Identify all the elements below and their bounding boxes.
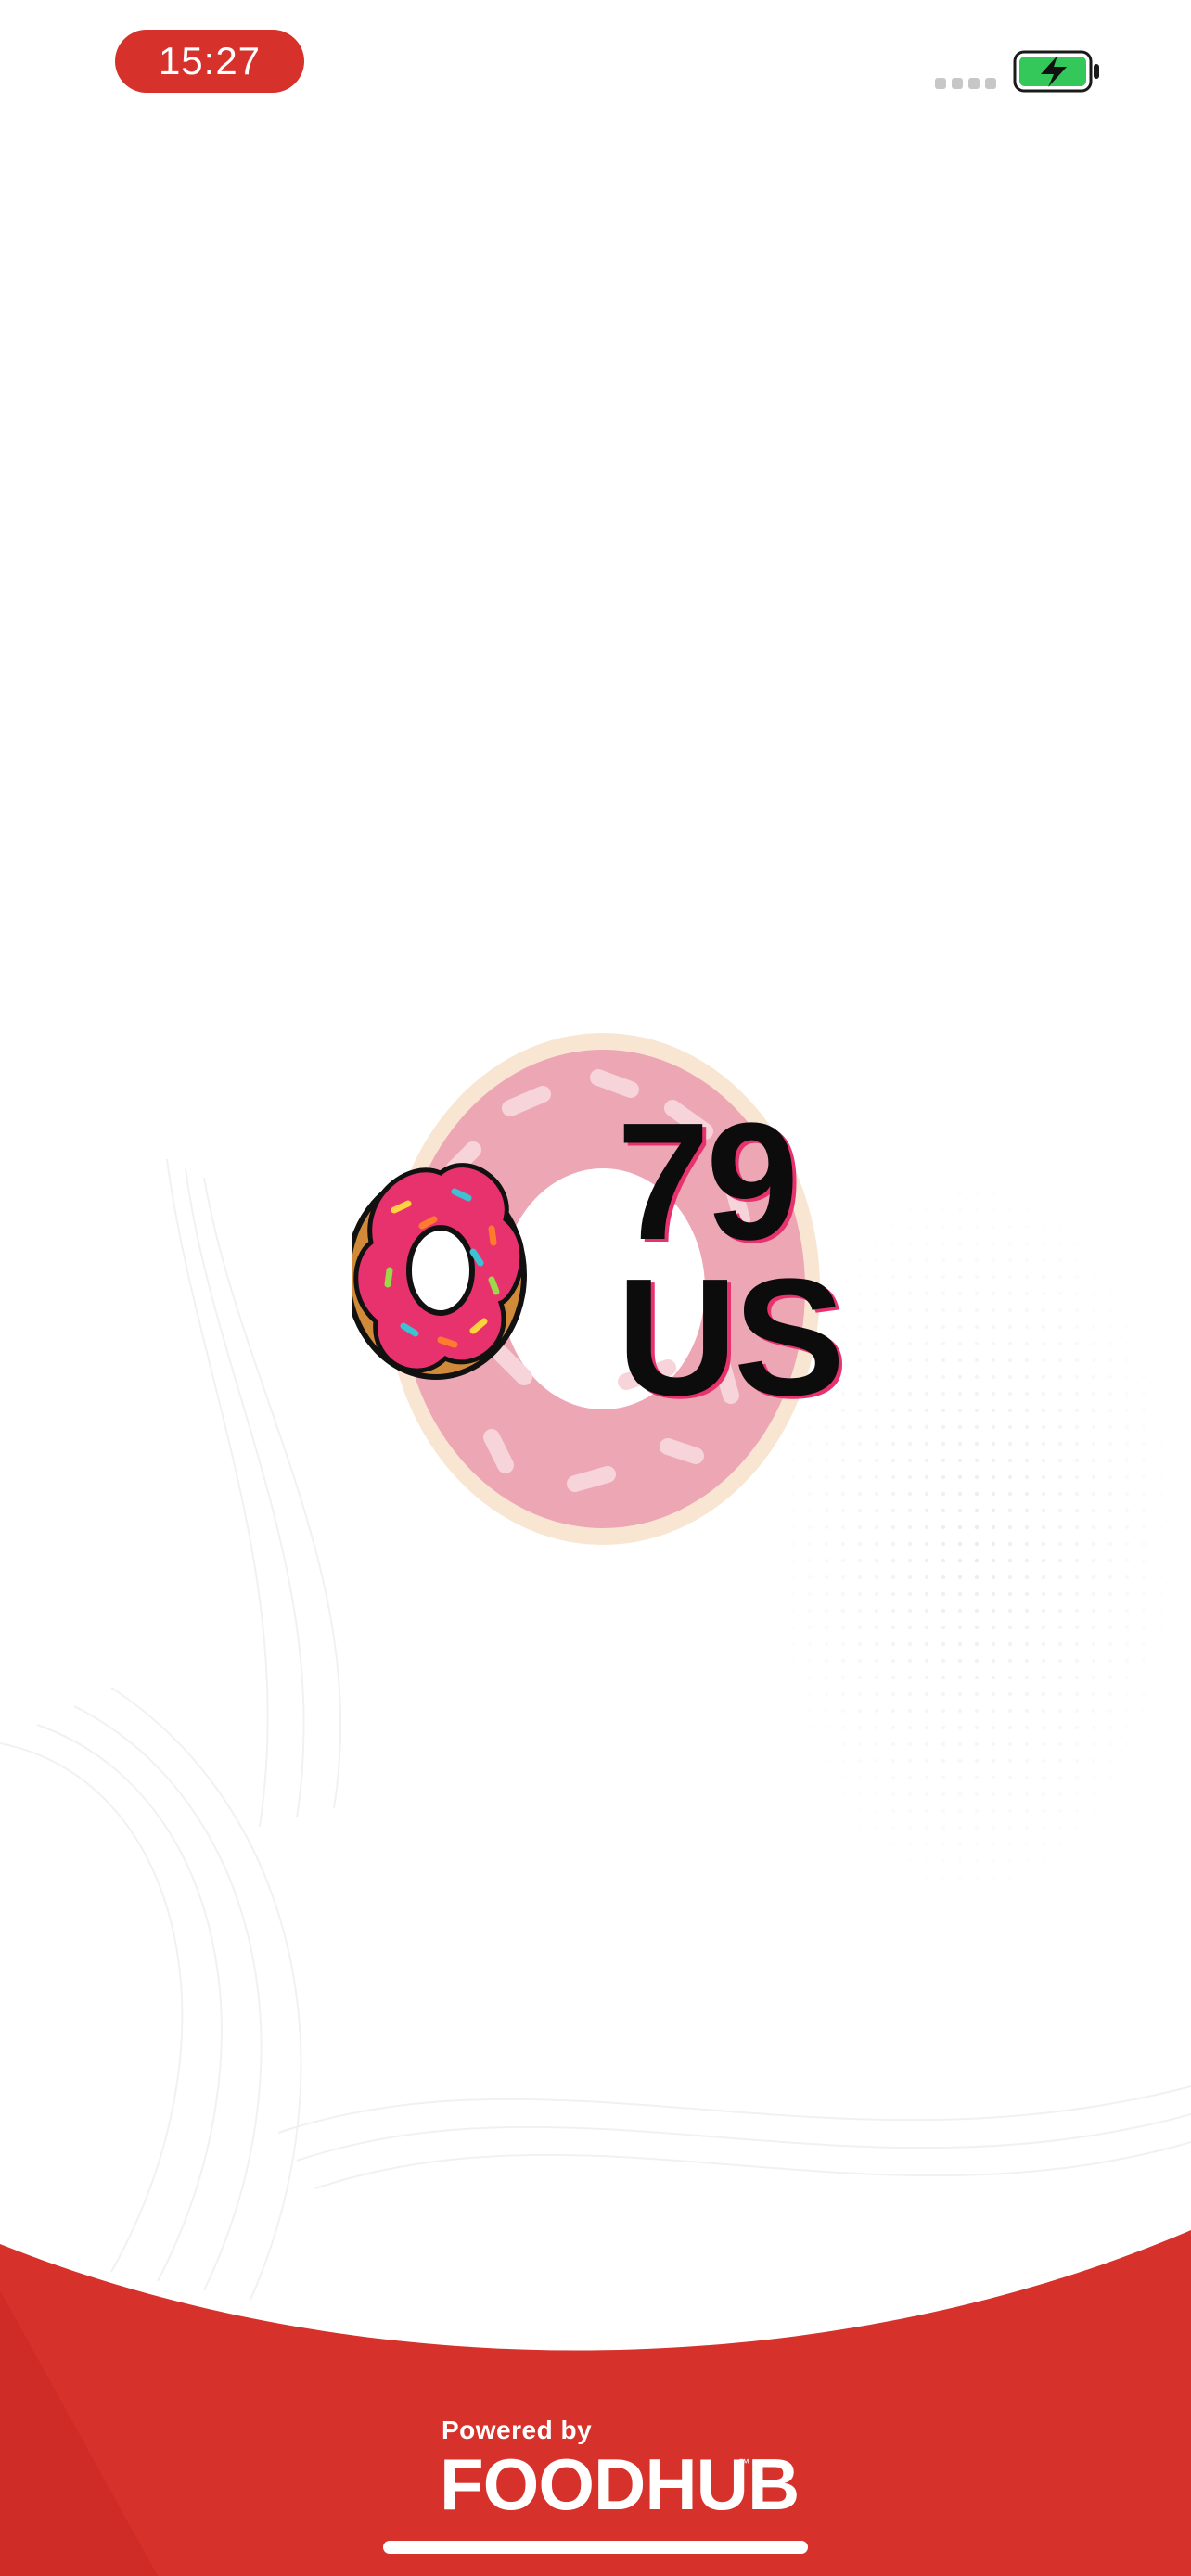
signal-dot xyxy=(952,78,963,89)
status-bar: 15:27 xyxy=(0,0,1191,121)
battery-charging-icon xyxy=(1013,50,1099,93)
trademark-symbol: ™ xyxy=(738,2456,749,2469)
splash-screen: 15:27 79 US Powered by FOODHUB ™ xyxy=(0,0,1191,2576)
signal-dot xyxy=(935,78,946,89)
cellular-signal-icon xyxy=(935,78,1000,89)
brand-suffix: US xyxy=(617,1244,845,1431)
status-time: 15:27 xyxy=(115,30,304,93)
powered-by-label: Powered by xyxy=(442,2416,593,2444)
home-indicator[interactable] xyxy=(383,2541,808,2554)
brand-wordmark: 79 US xyxy=(617,1089,845,1433)
brand-number: 79 xyxy=(617,1089,799,1275)
signal-dot xyxy=(968,78,980,89)
donut-icon xyxy=(352,1163,527,1380)
signal-dot xyxy=(985,78,996,89)
